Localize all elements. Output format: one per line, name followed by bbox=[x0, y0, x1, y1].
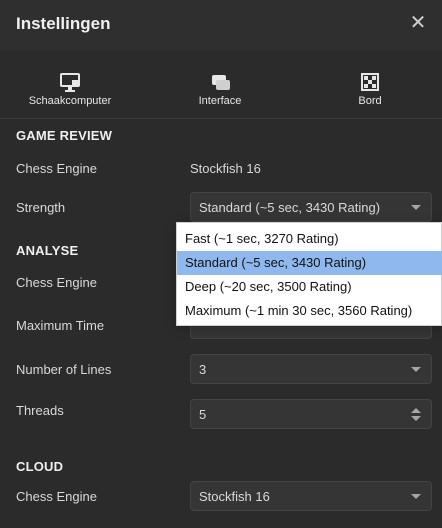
title-bar: Instellingen ✕ bbox=[0, 0, 442, 51]
chevron-down-icon bbox=[411, 367, 421, 372]
strength-select[interactable]: Standard (~5 sec, 3430 Rating) bbox=[190, 192, 432, 222]
threads-stepper[interactable]: 5 bbox=[190, 399, 432, 429]
tab-label: Interface bbox=[198, 95, 242, 107]
number-of-lines-value: 3 bbox=[199, 362, 207, 377]
dropdown-option-fast[interactable]: Fast (~1 sec, 3270 Rating) bbox=[177, 227, 442, 251]
analyse-engine-label: Chess Engine bbox=[16, 275, 97, 290]
threads-label: Threads bbox=[16, 403, 64, 418]
dialog-title: Instellingen bbox=[16, 14, 111, 33]
windows-icon bbox=[212, 75, 230, 90]
close-icon[interactable]: ✕ bbox=[406, 11, 430, 35]
tab-schaakcomputer[interactable]: Schaakcomputer bbox=[0, 50, 140, 118]
dropdown-option-standard[interactable]: Standard (~5 sec, 3430 Rating) bbox=[177, 251, 442, 275]
number-of-lines-label: Number of Lines bbox=[16, 362, 112, 377]
strength-select-value: Standard (~5 sec, 3430 Rating) bbox=[199, 200, 381, 215]
section-analyse-title: ANALYSE bbox=[16, 243, 79, 258]
dropdown-option-maximum[interactable]: Maximum (~1 min 30 sec, 3560 Rating) bbox=[177, 299, 442, 323]
chessboard-icon bbox=[361, 73, 379, 91]
cloud-engine-select[interactable]: Stockfish 16 bbox=[190, 481, 432, 511]
cloud-engine-value: Stockfish 16 bbox=[199, 489, 270, 504]
tab-bord[interactable]: Bord bbox=[300, 50, 440, 118]
maximum-time-label: Maximum Time bbox=[16, 318, 105, 333]
game-review-strength-label: Strength bbox=[16, 200, 66, 215]
chess-computer-icon bbox=[60, 73, 80, 92]
chevron-down-icon bbox=[411, 205, 421, 210]
game-review-engine-label: Chess Engine bbox=[16, 161, 97, 176]
section-game-review-title: GAME REVIEW bbox=[16, 128, 113, 143]
stepper-arrows-icon[interactable] bbox=[411, 408, 421, 422]
tab-label: Bord bbox=[358, 95, 382, 107]
game-review-engine-value: Stockfish 16 bbox=[190, 161, 261, 176]
section-cloud-title: CLOUD bbox=[16, 459, 64, 474]
number-of-lines-select[interactable]: 3 bbox=[190, 354, 432, 384]
dropdown-option-deep[interactable]: Deep (~20 sec, 3500 Rating) bbox=[177, 275, 442, 299]
tab-interface[interactable]: Interface bbox=[150, 50, 290, 118]
tab-label: Schaakcomputer bbox=[28, 95, 112, 107]
cloud-engine-label: Chess Engine bbox=[16, 489, 97, 504]
chevron-down-icon bbox=[411, 494, 421, 499]
threads-value: 5 bbox=[199, 407, 207, 422]
strength-dropdown-list: Fast (~1 sec, 3270 Rating) Standard (~5 … bbox=[176, 222, 442, 326]
tab-bar: Schaakcomputer Interface Bord bbox=[0, 50, 442, 119]
